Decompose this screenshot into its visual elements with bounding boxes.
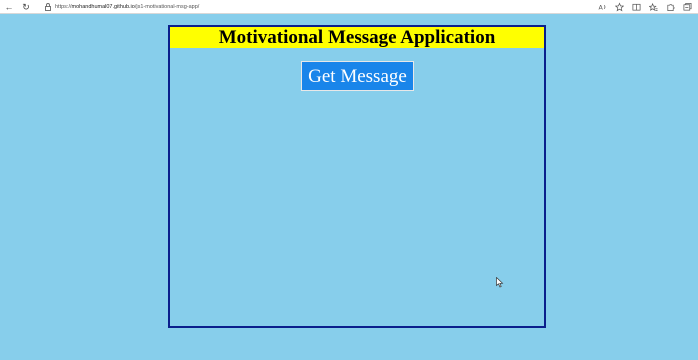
refresh-icon[interactable]: ↻ xyxy=(20,1,32,13)
app-title: Motivational Message Application xyxy=(170,27,544,48)
mouse-cursor-icon xyxy=(496,277,504,288)
app-container: Motivational Message Application Get Mes… xyxy=(168,25,546,328)
toolbar-icons: A xyxy=(598,2,692,12)
extensions-icon[interactable] xyxy=(666,2,675,12)
url-host: mohandhumal07.github.io xyxy=(71,4,135,10)
address-bar[interactable]: https://mohandhumal07.github.io/js1-moti… xyxy=(55,2,199,12)
favorite-star-icon[interactable] xyxy=(615,2,624,12)
split-screen-icon[interactable] xyxy=(632,2,641,12)
back-arrow-icon[interactable]: ← xyxy=(3,1,15,13)
browser-toolbar: ← ↻ https://mohandhumal07.github.io/js1-… xyxy=(0,0,698,14)
svg-text:A: A xyxy=(598,4,603,11)
collections-icon[interactable] xyxy=(683,2,692,12)
url-prefix: https:// xyxy=(55,4,72,10)
lock-icon[interactable] xyxy=(43,2,53,12)
message-display xyxy=(170,97,544,257)
favorites-icon[interactable] xyxy=(649,2,658,12)
read-aloud-icon[interactable]: A xyxy=(598,2,607,12)
url-path: /js1-motivational-msg-app/ xyxy=(134,4,200,10)
get-message-button[interactable]: Get Message xyxy=(301,61,414,91)
page-content: Motivational Message Application Get Mes… xyxy=(0,14,698,360)
